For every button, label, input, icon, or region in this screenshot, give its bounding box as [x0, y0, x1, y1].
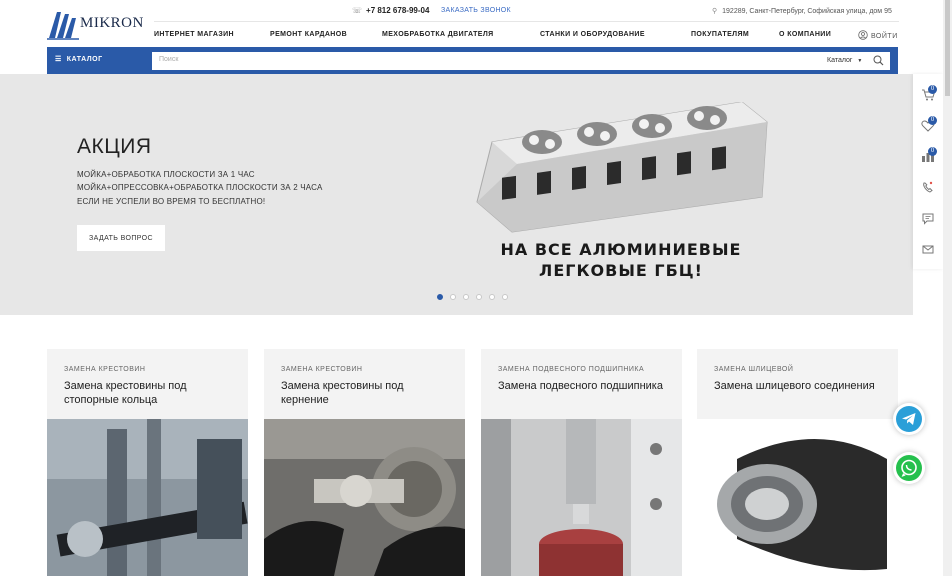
card-category: ЗАМЕНА ШЛИЦЕВОЙ: [714, 366, 794, 373]
card-title[interactable]: Замена крестовины под кернение: [281, 379, 451, 407]
service-card-2[interactable]: ЗАМЕНА КРЕСТОВИН Замена крестовины под к…: [264, 349, 465, 576]
sidebar-chat[interactable]: [913, 203, 943, 233]
search-bar: ☰ КАТАЛОГ Поиск Каталог ▼: [47, 47, 898, 74]
card-category: ЗАМЕНА ПОДВЕСНОГО ПОДШИПНИКА: [498, 366, 645, 373]
card-title[interactable]: Замена подвесного подшипника: [498, 379, 668, 393]
service-card-1[interactable]: ЗАМЕНА КРЕСТОВИН Замена крестовины под с…: [47, 349, 248, 576]
main-nav: ИНТЕРНЕТ МАГАЗИН РЕМОНТ КАРДАНОВ МЕХОБРА…: [0, 31, 952, 41]
login-button[interactable]: ВОЙТИ: [858, 30, 898, 40]
slider-dot-5[interactable]: [489, 294, 495, 300]
location-pin-icon: ⚲: [712, 8, 718, 15]
card-title[interactable]: Замена шлицевого соединения: [714, 379, 884, 393]
phone-text: +7 812 678-99-04: [366, 6, 430, 15]
hero-line-3: ЕСЛИ НЕ УСПЕЛИ ВО ВРЕМЯ ТО БЕСПЛАТНО!: [77, 197, 266, 206]
sidebar-favorites[interactable]: 0: [913, 110, 943, 140]
telegram-button[interactable]: [893, 403, 925, 435]
hero-line-1: МОЙКА+ОБРАБОТКА ПЛОСКОСТИ ЗА 1 ЧАС: [77, 170, 255, 179]
search-placeholder: Поиск: [159, 56, 179, 63]
nav-item-customers[interactable]: ПОКУПАТЕЛЯМ: [691, 31, 749, 38]
whatsapp-icon: [896, 455, 922, 481]
sidebar-mail[interactable]: [913, 234, 943, 264]
ask-question-button[interactable]: ЗАДАТЬ ВОПРОС: [77, 225, 165, 251]
nav-item-shop[interactable]: ИНТЕРНЕТ МАГАЗИН: [154, 31, 234, 38]
phone-icon: ☏: [352, 6, 363, 15]
search-input[interactable]: [152, 52, 890, 70]
nav-item-engine-machining[interactable]: МЕХОБРАБОТКА ДВИГАТЕЛЯ: [382, 31, 494, 38]
card-title[interactable]: Замена крестовины под стопорные кольца: [64, 379, 234, 407]
sidebar-cart[interactable]: 0: [913, 79, 943, 109]
card-image: [481, 419, 682, 576]
logo-text[interactable]: MIKRON: [80, 15, 144, 32]
slider-dot-6[interactable]: [502, 294, 508, 300]
compare-count-badge: 0: [928, 147, 937, 156]
card-image: [264, 419, 465, 576]
menu-icon: ☰: [55, 56, 62, 63]
favorites-count-badge: 0: [928, 116, 937, 125]
login-label: ВОЙТИ: [871, 33, 898, 40]
hero-slider: [0, 74, 913, 315]
slider-dot-3[interactable]: [463, 294, 469, 300]
search-scope-select[interactable]: Каталог ▼: [827, 57, 862, 64]
slider-dots: [437, 294, 517, 301]
nav-item-about[interactable]: О КОМПАНИИ: [779, 31, 831, 38]
catalog-button[interactable]: ☰ КАТАЛОГ: [55, 55, 103, 63]
cart-count-badge: 0: [928, 85, 937, 94]
phone-number[interactable]: ☏ +7 812 678-99-04: [352, 6, 429, 15]
cart-icon: [922, 89, 936, 101]
search-icon[interactable]: [873, 55, 884, 66]
header: MIKRON ☏ +7 812 678-99-04 ЗАКАЗАТЬ ЗВОНОК…: [0, 0, 952, 46]
promo-line-1: НА ВСЕ АЛЮМИНИЕВЫЕ: [500, 240, 742, 259]
card-category: ЗАМЕНА КРЕСТОВИН: [64, 366, 146, 373]
header-divider: [154, 21, 899, 22]
service-card-3[interactable]: ЗАМЕНА ПОДВЕСНОГО ПОДШИПНИКА Замена подв…: [481, 349, 682, 576]
service-card-4[interactable]: ЗАМЕНА ШЛИЦЕВОЙ Замена шлицевого соедине…: [697, 349, 898, 576]
chat-icon: [922, 213, 934, 225]
catalog-label: КАТАЛОГ: [66, 56, 103, 63]
sidebar-callback[interactable]: [913, 172, 943, 202]
address-text: 192289, Санкт-Петербург, Софийская улица…: [722, 8, 892, 15]
search-scope-label: Каталог: [827, 57, 853, 64]
telegram-icon: [896, 406, 922, 432]
promo-line-2: ЛЕГКОВЫЕ ГБЦ!: [539, 261, 703, 280]
phone-callback-icon: [923, 181, 933, 193]
mail-icon: [922, 245, 934, 254]
card-image: [697, 419, 898, 576]
cylinder-head-image: [476, 102, 768, 233]
callback-link[interactable]: ЗАКАЗАТЬ ЗВОНОК: [441, 7, 511, 14]
right-sidebar: 0 0 0: [913, 74, 943, 269]
slider-dot-2[interactable]: [450, 294, 456, 300]
scrollbar-thumb[interactable]: [945, 0, 950, 96]
sidebar-compare[interactable]: 0: [913, 141, 943, 171]
compare-icon: [922, 153, 934, 162]
caret-down-icon: ▼: [857, 58, 863, 64]
card-image: [47, 419, 248, 576]
slider-dot-1[interactable]: [437, 294, 443, 300]
address: ⚲ 192289, Санкт-Петербург, Софийская улиц…: [712, 7, 892, 15]
hero-title: АКЦИЯ: [77, 135, 152, 158]
whatsapp-button[interactable]: [893, 452, 925, 484]
page: MIKRON ☏ +7 812 678-99-04 ЗАКАЗАТЬ ЗВОНОК…: [0, 0, 952, 576]
card-category: ЗАМЕНА КРЕСТОВИН: [281, 366, 363, 373]
hero-line-2: МОЙКА+ОПРЕССОВКА+ОБРАБОТКА ПЛОСКОСТИ ЗА …: [77, 183, 323, 192]
nav-item-machines[interactable]: СТАНКИ И ОБОРУДОВАНИЕ: [540, 31, 645, 38]
nav-item-cardan-repair[interactable]: РЕМОНТ КАРДАНОВ: [270, 31, 347, 38]
user-icon: [858, 30, 868, 40]
slider-dot-4[interactable]: [476, 294, 482, 300]
heart-icon: [921, 120, 935, 132]
